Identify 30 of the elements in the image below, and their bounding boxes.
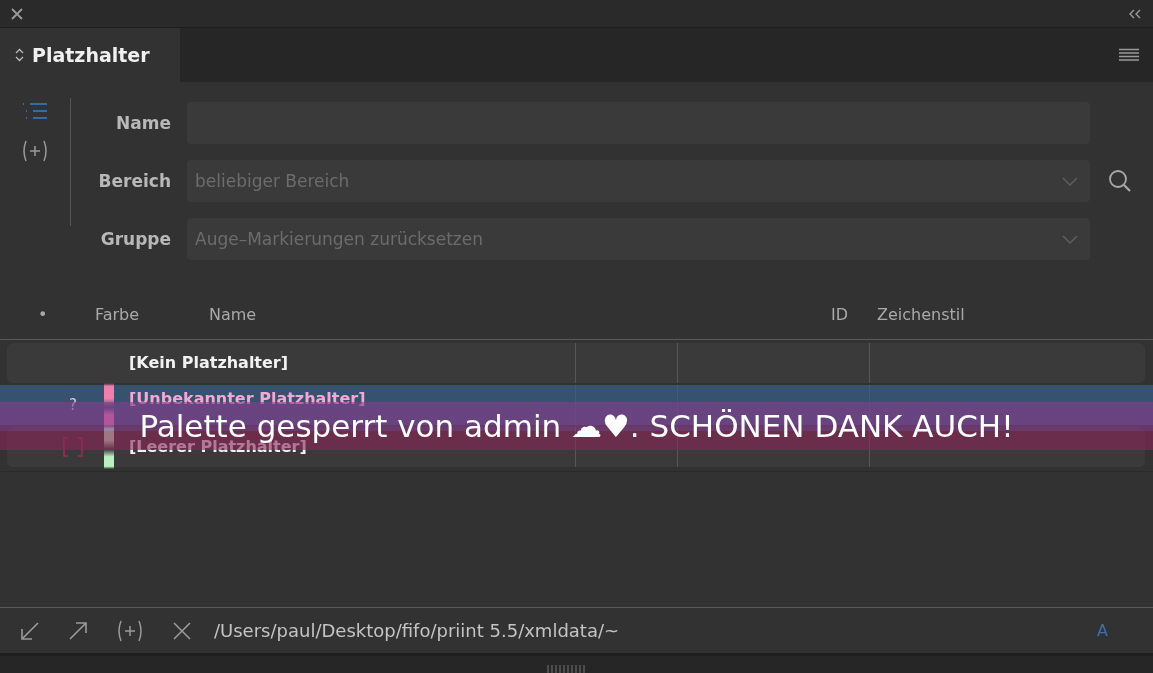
field-label: Name bbox=[115, 113, 171, 133]
field-label: Gruppe bbox=[99, 229, 171, 249]
add-placeholder-icon[interactable] bbox=[21, 140, 49, 162]
brackets-icon bbox=[61, 437, 85, 457]
panel-tab[interactable]: Platzhalter bbox=[0, 28, 180, 82]
column-header[interactable]: Name bbox=[209, 304, 831, 324]
placeholder-name: [Unbekannter Platzhalter] bbox=[129, 390, 366, 408]
field-label: Bereich bbox=[97, 171, 171, 191]
sort-icon bbox=[15, 48, 24, 62]
column-header[interactable]: ID bbox=[831, 304, 877, 324]
status-indicator: A bbox=[1097, 621, 1108, 640]
search-icon[interactable] bbox=[1108, 169, 1132, 193]
panel-title: Platzhalter bbox=[32, 44, 150, 66]
chevron-icon bbox=[1062, 234, 1078, 244]
delete-icon[interactable] bbox=[172, 620, 192, 641]
chevron-icon bbox=[1062, 176, 1078, 186]
collapse-icon[interactable] bbox=[1129, 8, 1141, 19]
unknown-marker: ? bbox=[69, 396, 77, 414]
column-header[interactable]: Zeichenstil bbox=[877, 304, 965, 324]
arrow-down-left-icon[interactable] bbox=[20, 620, 40, 641]
table-row[interactable]: [Kein Platzhalter] bbox=[7, 343, 1145, 383]
close-icon[interactable] bbox=[11, 7, 23, 20]
file-path: /Users/paul/Desktop/fifo/priint 5.5/xmldata/~ bbox=[214, 620, 620, 641]
add-placeholder-icon[interactable] bbox=[116, 619, 144, 642]
column-header[interactable]: • bbox=[38, 304, 95, 324]
resize-grip-icon[interactable] bbox=[546, 665, 587, 673]
menu-icon[interactable] bbox=[1119, 48, 1139, 62]
column-header[interactable]: Farbe bbox=[95, 304, 209, 324]
placeholder-name: [Kein Platzhalter] bbox=[129, 354, 289, 372]
arrow-up-right-icon[interactable] bbox=[68, 620, 88, 641]
